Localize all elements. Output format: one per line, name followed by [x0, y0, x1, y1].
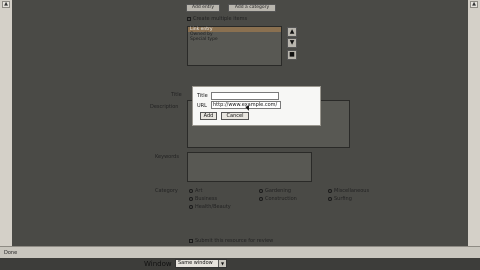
status-text: Done	[4, 250, 18, 256]
submit-review-row[interactable]: Submit this resource for review	[189, 238, 273, 244]
move-down-icon[interactable]: ▼	[287, 38, 297, 48]
description-label: Description	[150, 104, 179, 110]
add-category-button[interactable]: Add a category	[228, 4, 276, 12]
radio-icon[interactable]	[259, 188, 263, 193]
dialog-title-label: Title	[197, 93, 208, 99]
move-up-icon[interactable]: ▲	[287, 27, 297, 37]
category-option[interactable]: Gardening	[259, 188, 291, 194]
create-multiple-checkbox[interactable]	[187, 16, 191, 21]
dialog-cancel-button[interactable]: Cancel	[221, 112, 249, 120]
category-option[interactable]: Business	[189, 196, 217, 202]
category-option[interactable]: Surfing	[328, 196, 352, 202]
status-bar: Done	[0, 246, 480, 258]
create-multiple-label: Create multiple items	[193, 16, 248, 22]
add-entry-button[interactable]: Add entry	[186, 4, 220, 12]
category-label: Category	[155, 188, 178, 194]
keywords-textarea[interactable]	[187, 152, 312, 182]
list-item[interactable]: Special type	[188, 37, 281, 42]
submit-review-checkbox[interactable]	[189, 238, 193, 243]
add-link-dialog: Title URL http://www.example.com/ Add Ca…	[192, 86, 321, 126]
remove-item-icon[interactable]: ■	[287, 50, 297, 60]
entry-listbox[interactable]: Link entry Owned by Special type	[187, 26, 282, 66]
dialog-url-label: URL	[197, 103, 207, 109]
radio-icon[interactable]	[189, 188, 193, 193]
radio-icon[interactable]	[259, 196, 263, 201]
title-label: Title	[171, 92, 182, 98]
window-select[interactable]: Same window ▼	[175, 259, 227, 268]
category-option[interactable]: Construction	[259, 196, 297, 202]
radio-icon[interactable]	[328, 188, 332, 193]
category-option[interactable]: Miscellaneous	[328, 188, 369, 194]
radio-icon[interactable]	[189, 204, 193, 209]
radio-icon[interactable]	[328, 196, 332, 201]
radio-icon[interactable]	[189, 196, 193, 201]
window-select-value: Same window	[178, 260, 213, 266]
bottom-toolbar	[0, 258, 480, 270]
window-label: Window	[144, 260, 172, 268]
create-multiple-row[interactable]: Create multiple items	[187, 16, 247, 22]
category-option[interactable]: Art	[189, 188, 202, 194]
category-option[interactable]: Health/Beauty	[189, 204, 231, 210]
scroll-up-icon[interactable]: ▲	[470, 1, 478, 8]
right-scrollbar[interactable]: ▲ ▼	[467, 0, 480, 258]
chevron-down-icon[interactable]: ▼	[218, 260, 226, 267]
dialog-add-button[interactable]: Add	[200, 112, 217, 120]
keywords-label: Keywords	[155, 154, 179, 160]
scroll-up-icon[interactable]: ▲	[2, 1, 10, 8]
dialog-title-input[interactable]	[211, 92, 279, 100]
